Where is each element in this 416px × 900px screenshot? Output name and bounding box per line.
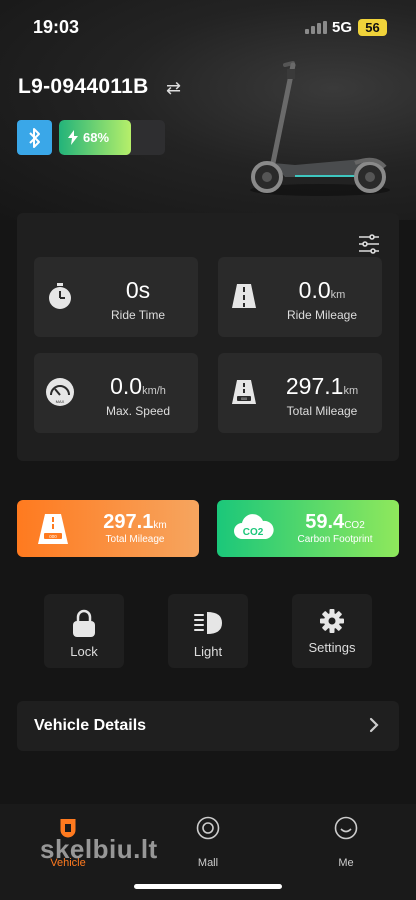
signal-icon [305,21,327,34]
network-type: 5G [332,19,353,36]
bluetooth-icon [28,127,40,148]
co2-cloud-icon: CO2 [234,514,274,539]
total-mileage-label: Total Mileage [286,404,358,418]
tab-mall-label: Mall [197,857,219,869]
stat-ride-mileage: 0.0km Ride Mileage [218,257,382,337]
total-mileage-card[interactable]: 000 297.1km Total Mileage [17,500,199,557]
light-label: Light [193,644,223,659]
vehicle-battery-bar: 68% [59,120,165,155]
scooter-image [250,61,390,196]
stat-ride-time: 0s Ride Time [34,257,198,337]
lock-label: Lock [70,644,98,659]
status-bar: 19:03 5G 56 [0,0,416,56]
ride-mileage-unit: km [330,289,346,301]
speedometer-icon: MAX [46,378,74,406]
smiley-icon [334,816,358,840]
vehicle-details-label: Vehicle Details [34,717,147,734]
lightning-icon [68,130,78,145]
ride-time-label: Ride Time [110,308,166,322]
carbon-value: 59.4 [305,511,345,533]
tab-me[interactable]: Me [311,814,381,874]
stat-max-speed: MAX 0.0km/h Max. Speed [34,353,198,433]
headlight-icon [194,612,222,634]
co2-badge-text: CO2 [243,527,264,538]
tab-me-label: Me [338,857,354,869]
vehicle-details-row[interactable]: Vehicle Details [17,701,399,751]
summary-mileage-label: Total Mileage [105,534,165,545]
gear-icon [320,609,344,633]
ride-mileage-label: Ride Mileage [286,308,358,322]
summary-mileage-value: 297.1 [103,511,154,533]
ride-mileage-value: 0.0 [298,277,331,303]
summary-mileage-unit: km [153,520,167,531]
road-odometer-icon: 000 [38,514,68,544]
settings-sliders-icon[interactable] [358,233,380,255]
light-button[interactable]: Light [168,594,248,668]
mall-icon [196,816,220,840]
chevron-right-icon [369,717,379,733]
ride-time-value: 0 [125,277,139,303]
switch-vehicle-icon[interactable]: ⇄ [166,78,181,99]
svg-text:000: 000 [49,534,57,539]
bluetooth-button[interactable] [17,120,52,155]
status-time: 19:03 [33,17,80,37]
carbon-label: Carbon Footprint [297,534,373,545]
lock-button[interactable]: Lock [44,594,124,668]
status-battery-badge: 56 [358,19,387,36]
vehicle-name: L9-0944011B [18,75,149,98]
max-speed-unit: km/h [142,385,166,397]
svg-text:MAX: MAX [56,399,65,404]
road-icon [232,284,256,308]
home-indicator[interactable] [134,884,282,889]
settings-button[interactable]: Settings [292,594,372,668]
max-speed-label: Max. Speed [105,404,171,418]
lock-icon [73,609,95,637]
battery-percent: 68% [83,130,110,145]
tab-mall[interactable]: Mall [173,814,243,874]
total-mileage-unit: km [343,385,359,397]
settings-label: Settings [308,640,356,655]
ride-time-unit: s [138,277,151,303]
stopwatch-icon [49,283,71,309]
max-speed-value: 0.0 [110,373,143,399]
road-odometer-icon: 000 [232,380,256,404]
stat-total-mileage: 000 297.1km Total Mileage [218,353,382,433]
carbon-unit: CO2 [344,520,365,531]
watermark: skelbiu.lt [40,834,158,864]
total-mileage-value: 297.1 [285,373,344,399]
svg-text:000: 000 [241,397,247,401]
carbon-footprint-card[interactable]: CO2 59.4CO2 Carbon Footprint [217,500,399,557]
